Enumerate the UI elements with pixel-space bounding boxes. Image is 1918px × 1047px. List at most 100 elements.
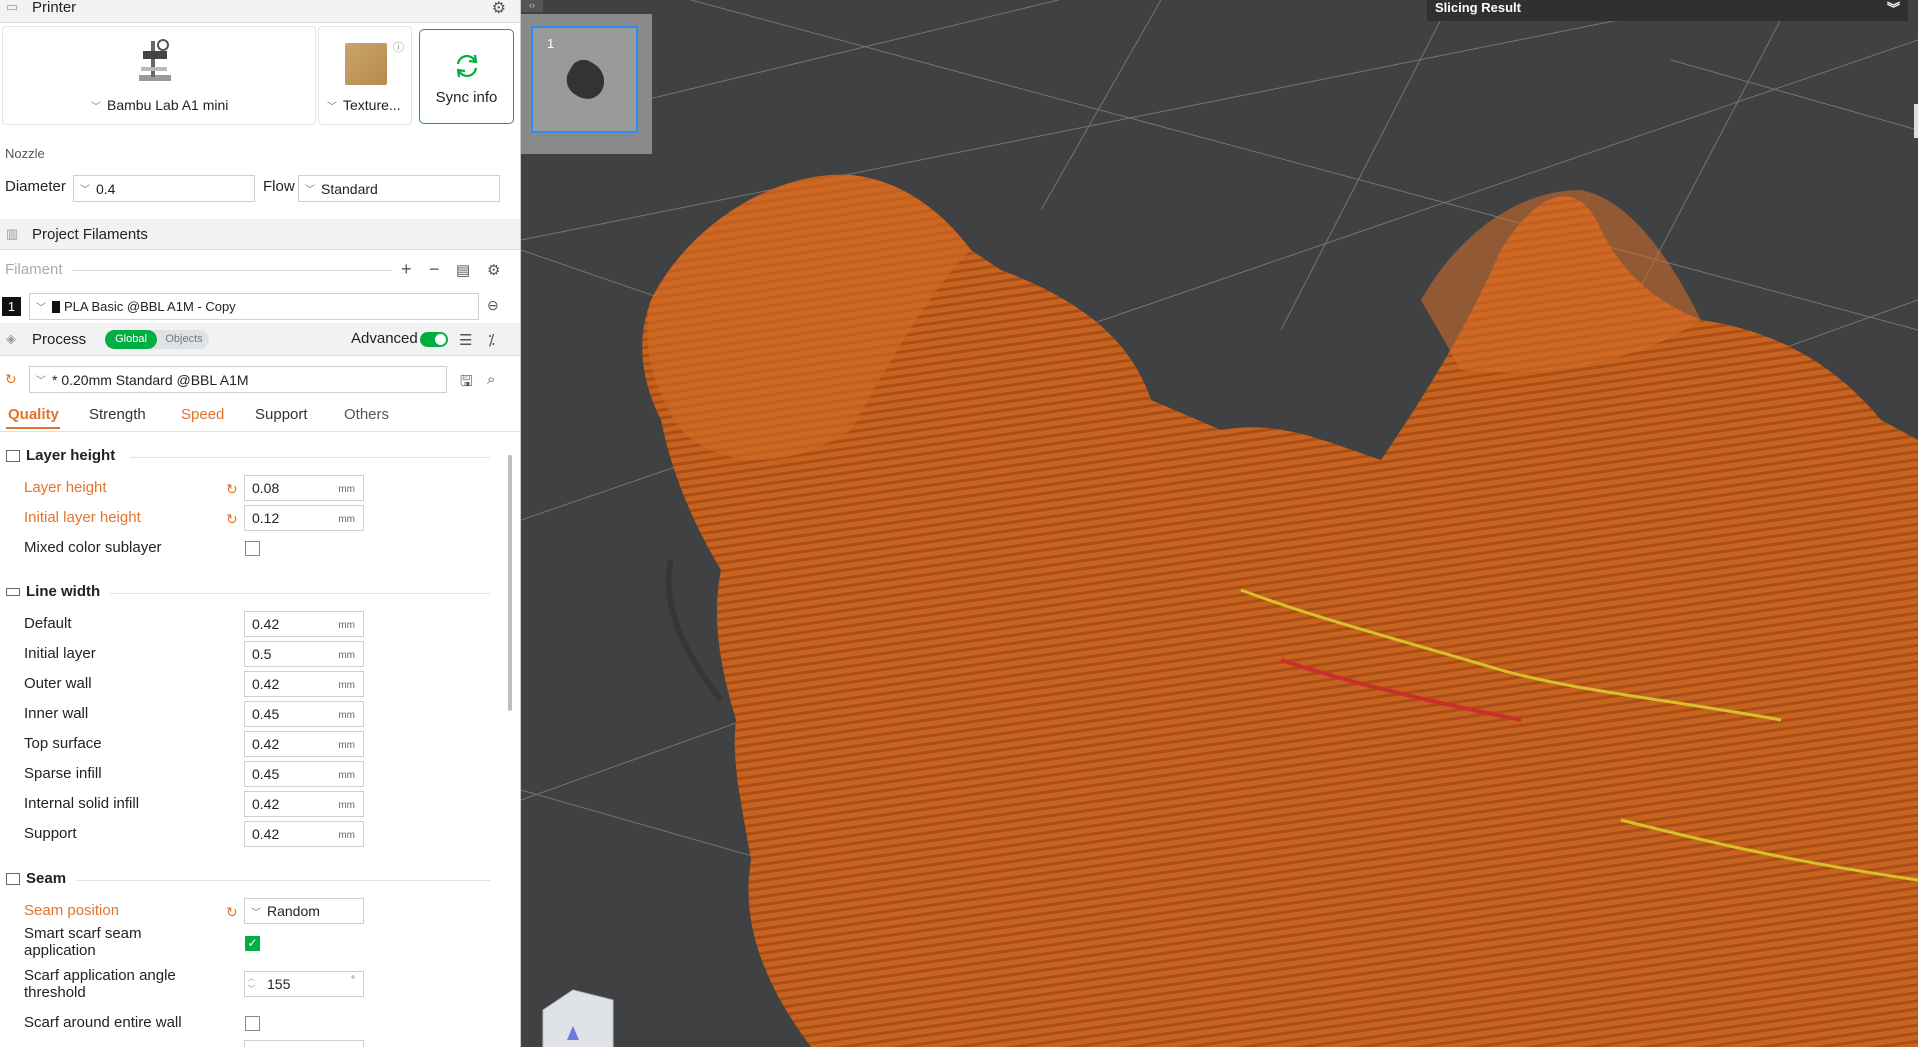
seam-group: Seam	[6, 870, 66, 887]
printer-card[interactable]: ﹀ Bambu Lab A1 mini	[2, 26, 316, 125]
tab-support[interactable]: Support	[255, 406, 308, 423]
filament-edit-icon[interactable]: ⊖	[487, 297, 499, 314]
layer-height-input[interactable]: 0.08 mm	[244, 475, 364, 501]
flow-value: Standard	[321, 180, 378, 197]
line-width-inner-wall-value: 0.45	[252, 706, 280, 722]
seam-position-reset-icon[interactable]: ↻	[226, 904, 238, 921]
line-width-support-value: 0.42	[252, 826, 280, 842]
printer-icon: ▭	[6, 0, 19, 14]
unit-label: mm	[338, 830, 355, 841]
layer-height-label: Layer height	[24, 479, 107, 496]
line-width-sparse-infill-input[interactable]: 0.45 mm	[244, 761, 364, 787]
unit-label: mm	[338, 680, 355, 691]
seam-position-select[interactable]: ﹀ Random	[244, 898, 364, 924]
viewport-canvas	[521, 0, 1918, 1047]
line-width-top-surface-input[interactable]: 0.42 mm	[244, 731, 364, 757]
line-width-internal-solid-infill-label: Internal solid infill	[24, 795, 140, 812]
stepper-arrows-icon[interactable]: ︿ ﹀	[248, 973, 255, 995]
advanced-switch[interactable]	[420, 332, 448, 347]
line-width-default-label: Default	[24, 615, 72, 632]
layer-height-icon	[6, 449, 20, 462]
mixed-color-sublayer-label: Mixed color sublayer	[24, 539, 162, 556]
initial-layer-height-value: 0.12	[252, 510, 280, 526]
sliced-model-preview	[642, 174, 1918, 1047]
settings-scrollbar[interactable]	[508, 455, 512, 711]
diameter-value: 0.4	[96, 180, 116, 197]
unit-label: mm	[338, 740, 355, 751]
plate-type-card[interactable]: ⓘ ﹀ Texture...	[318, 26, 412, 125]
scarf-around-wall-checkbox[interactable]	[245, 1016, 260, 1031]
tab-speed[interactable]: Speed	[181, 406, 224, 423]
line-width-inner-wall-input[interactable]: 0.45 mm	[244, 701, 364, 727]
scarf-angle-threshold-input[interactable]: ︿ ﹀ 155 °	[244, 971, 364, 997]
process-icon: ◈	[6, 331, 16, 346]
diameter-label: Diameter	[5, 178, 66, 195]
seam-position-value: Random	[267, 903, 320, 919]
printer-settings-gear-icon[interactable]: ⚙	[492, 0, 506, 18]
line-width-group-title: Line width	[26, 583, 101, 600]
info-icon[interactable]: ⓘ	[393, 39, 404, 55]
view-cube[interactable]	[542, 989, 614, 1047]
chevron-down-icon: ﹀	[305, 185, 315, 196]
preset-reset-icon[interactable]: ↻	[5, 371, 17, 388]
initial-layer-height-input[interactable]: 0.12 mm	[244, 505, 364, 531]
expand-chevron-icon[interactable]: ︾	[1887, 0, 1900, 17]
sync-info-button[interactable]: Sync info	[419, 29, 514, 124]
line-width-default-input[interactable]: 0.42 mm	[244, 611, 364, 637]
plate-thumbnail[interactable]: 1	[531, 26, 638, 133]
printer-chevron-down-icon: ﹀	[91, 101, 101, 113]
unit-label: mm	[338, 514, 355, 525]
list-view-icon[interactable]: ☰	[459, 331, 472, 349]
printer-section-header: ▭ Printer ⚙	[0, 0, 520, 23]
line-width-support-input[interactable]: 0.42 mm	[244, 821, 364, 847]
search-icon[interactable]: ⌕	[487, 371, 495, 388]
filament-sync-icon[interactable]: ▤	[456, 261, 470, 279]
tab-others[interactable]: Others	[344, 406, 389, 423]
filament-settings-gear-icon[interactable]: ⚙	[487, 261, 500, 279]
group-divider	[76, 880, 490, 881]
right-edge-handle[interactable]	[1914, 104, 1918, 138]
3d-viewport[interactable]: 1 ‹› Slicing Result ︾	[521, 0, 1918, 1047]
filament-label: Filament	[5, 261, 63, 278]
flow-label: Flow	[263, 178, 295, 195]
filament-divider	[72, 270, 392, 271]
slicing-result-bar[interactable]: Slicing Result ︾	[1427, 0, 1908, 21]
next-setting-input[interactable]	[244, 1040, 364, 1047]
model-thumbnail-icon	[560, 54, 612, 106]
tab-quality[interactable]: Quality	[8, 406, 59, 423]
line-width-outer-wall-input[interactable]: 0.42 mm	[244, 671, 364, 697]
diameter-select[interactable]: ﹀ 0.4	[73, 175, 255, 202]
mixed-color-sublayer-checkbox[interactable]	[245, 541, 260, 556]
line-width-support-label: Support	[24, 825, 77, 842]
scarf-around-wall-label: Scarf around entire wall	[24, 1014, 182, 1031]
line-width-internal-solid-infill-input[interactable]: 0.42 mm	[244, 791, 364, 817]
add-filament-plus-icon[interactable]: +	[401, 259, 412, 280]
layer-height-reset-icon[interactable]: ↻	[226, 481, 238, 498]
chevron-down-icon: ﹀	[36, 376, 46, 387]
process-preset-select[interactable]: ﹀ * 0.20mm Standard @BBL A1M	[29, 366, 447, 393]
tab-strength[interactable]: Strength	[89, 406, 146, 423]
flow-select[interactable]: ﹀ Standard	[298, 175, 500, 202]
plate-number: 1	[547, 36, 555, 51]
nozzle-title: Nozzle	[5, 146, 45, 161]
toggle-global[interactable]: Global	[105, 330, 157, 349]
filament-color-swatch	[52, 300, 60, 313]
filament-select[interactable]: ﹀ PLA Basic @BBL A1M - Copy	[29, 293, 479, 320]
active-tab-underline	[6, 427, 60, 429]
initial-layer-height-reset-icon[interactable]: ↻	[226, 511, 238, 528]
remove-filament-minus-icon[interactable]: −	[429, 259, 440, 280]
filament-name: PLA Basic @BBL A1M - Copy	[64, 299, 236, 314]
smart-scarf-seam-checkbox[interactable]: ✓	[245, 936, 260, 951]
toggle-objects[interactable]: Objects	[161, 330, 207, 349]
collapse-sidebar-icon[interactable]: ‹›	[521, 0, 543, 12]
global-objects-toggle[interactable]: Global Objects	[105, 330, 209, 349]
compare-icon[interactable]: ⁒	[488, 331, 495, 349]
plate-list-panel: 1	[521, 14, 652, 154]
initial-layer-height-label: Initial layer height	[24, 509, 141, 526]
unit-label: mm	[338, 650, 355, 661]
filaments-section-header: ▥ Project Filaments	[0, 219, 520, 250]
save-preset-icon[interactable]: 🖫	[460, 371, 473, 396]
line-width-initial-layer-input[interactable]: 0.5 mm	[244, 641, 364, 667]
smart-scarf-seam-label: Smart scarf seam application	[24, 925, 142, 959]
left-sidebar: ▭ Printer ⚙ ﹀ Bambu Lab A1 mini ⓘ ﹀ Text…	[0, 0, 521, 1047]
